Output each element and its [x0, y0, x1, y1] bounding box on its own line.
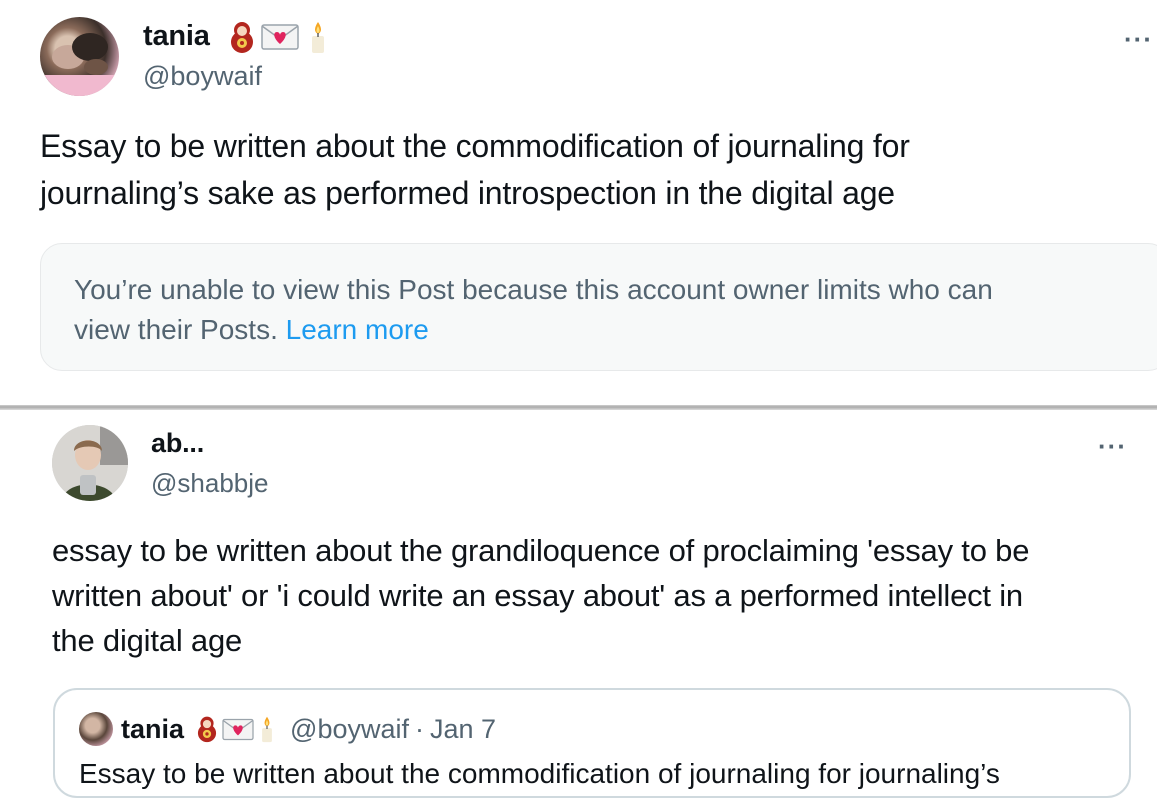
avatar[interactable]	[40, 17, 119, 96]
learn-more-link[interactable]: Learn more	[286, 314, 429, 345]
quoted-display-name[interactable]: tania	[121, 714, 184, 745]
more-options-icon[interactable]: ···	[1124, 26, 1153, 52]
name-emojis	[229, 20, 329, 54]
tweet-text: essay to be written about the grandiloqu…	[52, 528, 1029, 663]
quoted-post-header: tania @boywaif · Jan 7	[79, 712, 496, 746]
avatar[interactable]	[79, 712, 113, 746]
unavailable-post-notice: You’re unable to view this Post because …	[40, 243, 1157, 371]
quoted-post[interactable]: tania @boywaif · Jan 7 Essay to be writt…	[53, 688, 1131, 798]
quoted-handle[interactable]: @boywaif	[290, 714, 409, 745]
candle-icon	[262, 716, 272, 743]
candle-icon	[312, 22, 324, 53]
tweet-text-line: the digital age	[52, 623, 243, 658]
quoted-date[interactable]: Jan 7	[430, 714, 496, 745]
handle[interactable]: @shabbje	[151, 468, 268, 499]
notice-text-line: You’re unable to view this Post because …	[74, 274, 993, 305]
display-name[interactable]: tania	[143, 20, 210, 53]
love-letter-icon	[261, 24, 299, 50]
tweet-text-line: Essay to be written about the commodific…	[40, 128, 910, 164]
handle[interactable]: @boywaif	[143, 61, 262, 92]
notice-text-line: view their Posts. Learn more	[74, 310, 1157, 350]
nesting-doll-icon	[197, 716, 217, 743]
tweet-text: Essay to be written about the commodific…	[40, 123, 910, 217]
tweet-original[interactable]: tania @boywaif ··· Essay to be written a…	[0, 0, 1157, 406]
name-emojis	[196, 715, 276, 743]
dot-separator: ·	[415, 713, 424, 744]
love-letter-icon	[222, 718, 254, 740]
tweet-reply[interactable]: ab... @shabbje ··· essay to be written a…	[0, 410, 1157, 798]
more-options-icon[interactable]: ···	[1098, 433, 1127, 459]
tweet-text-line: journaling’s sake as performed introspec…	[40, 175, 895, 211]
avatar[interactable]	[52, 425, 128, 501]
nesting-doll-icon	[231, 22, 253, 53]
display-name[interactable]: ab...	[151, 428, 204, 459]
tweet-text-line: essay to be written about the grandiloqu…	[52, 533, 1030, 568]
tweet-text-line: written about' or 'i could write an essa…	[52, 578, 1023, 613]
quoted-text: Essay to be written about the commodific…	[79, 758, 1000, 789]
notice-text: view their Posts.	[74, 314, 286, 345]
